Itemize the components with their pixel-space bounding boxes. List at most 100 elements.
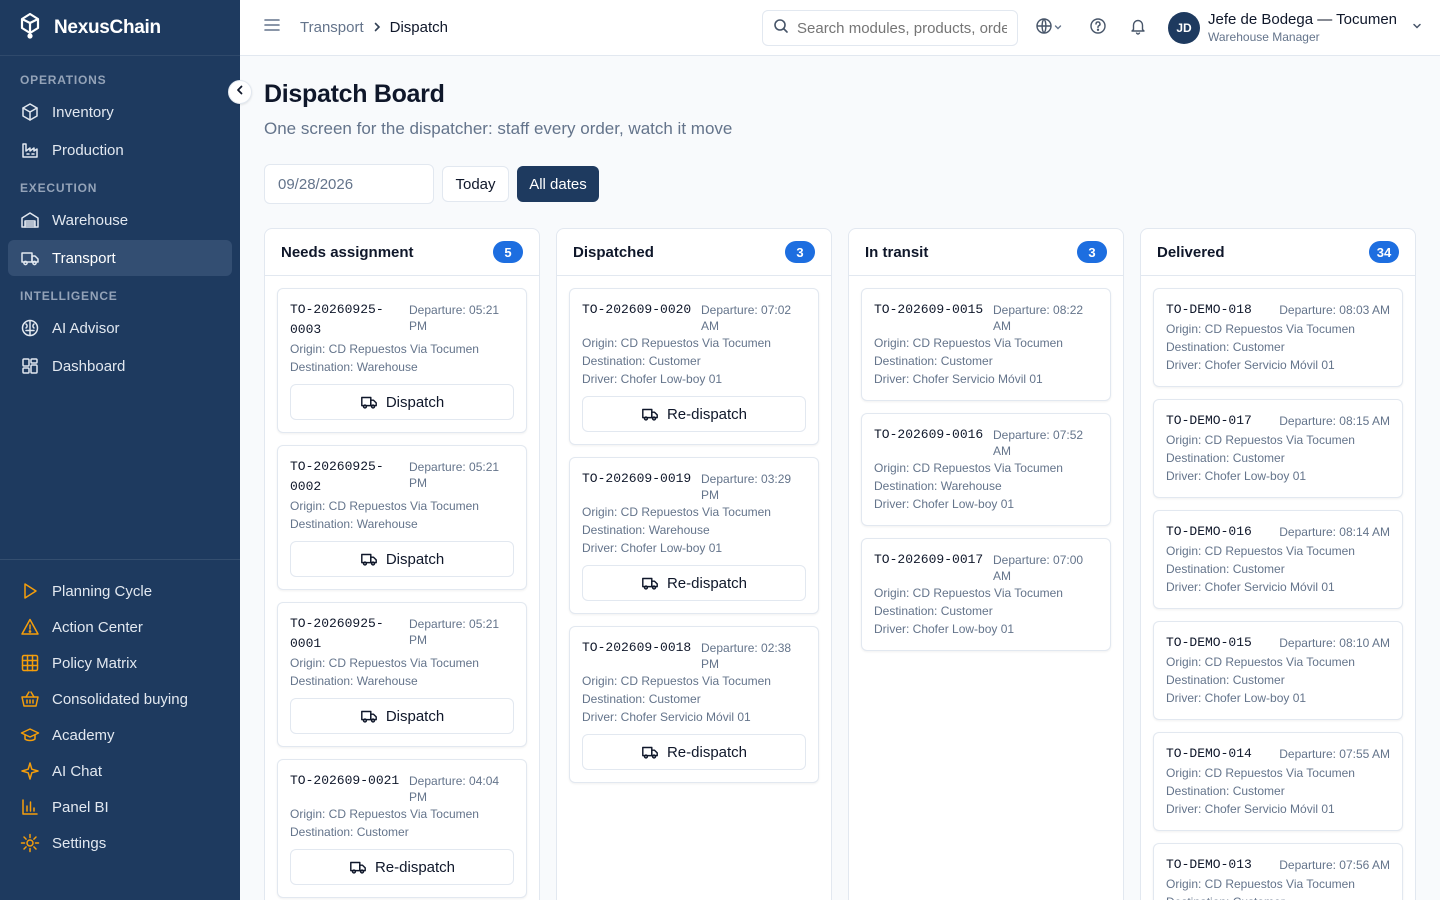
re-dispatch-button[interactable]: Re-dispatch [290,849,514,885]
sidebar-item-dashboard[interactable]: Dashboard [8,348,232,384]
transfer-order-card[interactable]: TO-202609-0021 Departure: 04:04 PM Origin:… [277,759,527,898]
count-badge: 34 [1369,241,1399,263]
column-header: In transit 3 [849,229,1123,276]
sidebar-item-policy-matrix[interactable]: Policy Matrix [8,647,232,679]
sidebar-item-inventory[interactable]: Inventory [8,94,232,130]
card-detail-line: Destination: Customer [582,354,701,368]
sidebar-item-ai-chat[interactable]: AI Chat [8,755,232,787]
card-detail-line: Origin: CD Repuestos Via Tocumen [1166,544,1355,558]
transfer-order-card[interactable]: TO-202609-0015 Departure: 08:22 AM Origin:… [861,288,1111,401]
re-dispatch-button[interactable]: Re-dispatch [582,734,806,770]
sidebar-item-production[interactable]: Production [8,132,232,168]
transfer-order-card[interactable]: TO-DEMO-016 Departure: 08:14 AM Origin: CD… [1153,510,1403,609]
card-detail-line: Destination: Customer [874,354,993,368]
order-id: TO-202609-0015 [874,302,984,317]
search-icon [773,18,789,39]
card-detail-line: Origin: CD Repuestos Via Tocumen [582,505,771,519]
brand-name: NexusChain [54,16,161,38]
nav-section-label: INTELLIGENCE [20,289,118,303]
dispatch-button[interactable]: Dispatch [290,384,514,420]
card-detail-line: Destination: Customer [1166,451,1285,465]
departure-time: Departure: 05:21 PM [409,303,500,333]
action-label: Re-dispatch [666,405,748,423]
re-dispatch-button[interactable]: Re-dispatch [582,396,806,432]
action-label: Re-dispatch [374,858,456,876]
search-box[interactable] [762,10,1018,46]
transfer-order-card[interactable]: TO-202609-0019 Departure: 03:29 PM Origin:… [569,457,819,614]
departure-time: Departure: 08:22 AM [993,303,1084,333]
transfer-order-card[interactable]: TO-20260925-0002 Departure: 05:21 PM Origi… [277,445,527,590]
transfer-order-card[interactable]: TO-202609-0018 Departure: 02:38 PM Origin:… [569,626,819,783]
order-id: TO-20260925-0002 [290,459,384,494]
truck-icon [360,550,378,568]
date-field[interactable] [264,164,434,204]
transfer-order-card[interactable]: TO-DEMO-018 Departure: 08:03 AM Origin: CD… [1153,288,1403,387]
sidebar-item-academy[interactable]: Academy [8,719,232,751]
truck-icon [360,707,378,725]
departure-time: Departure: 07:55 AM [1279,747,1390,761]
avatar: JD [1168,12,1200,44]
sidebar-item-warehouse[interactable]: Warehouse [8,202,232,238]
truck-icon [641,405,659,423]
transfer-order-card[interactable]: TO-202609-0017 Departure: 07:00 AM Origin:… [861,538,1111,651]
card-detail-line: Driver: Chofer Servicio Móvil 01 [874,372,1043,386]
help-button[interactable] [1088,17,1108,38]
chevron-down-icon [1053,19,1063,37]
transfer-order-card[interactable]: TO-202609-0020 Departure: 07:02 AM Origin:… [569,288,819,445]
card-detail-line: Origin: CD Repuestos Via Tocumen [874,336,1063,350]
transfer-order-card[interactable]: TO-202609-0016 Departure: 07:52 AM Origin:… [861,413,1111,526]
departure-time: Departure: 07:00 AM [993,553,1084,583]
departure-time: Departure: 07:56 AM [1279,858,1390,872]
card-detail-line: Destination: Customer [1166,893,1390,900]
sidebar-item-label: Consolidated buying [52,690,188,708]
sidebar-item-ai-advisor[interactable]: AI Advisor [8,310,232,346]
sidebar-item-settings[interactable]: Settings [8,827,232,859]
transfer-order-card[interactable]: TO-20260925-0003 Departure: 05:21 PM Origi… [277,288,527,433]
action-label: Re-dispatch [666,743,748,761]
menu-button[interactable] [262,18,282,38]
today-button[interactable]: Today [442,166,509,202]
column-title: Delivered [1157,243,1225,261]
transfer-order-card[interactable]: TO-DEMO-014 Departure: 07:55 AM Origin: CD… [1153,732,1403,831]
transfer-order-card[interactable]: TO-DEMO-013 Departure: 07:56 AM Origin: CD… [1153,843,1403,900]
card-detail-line: Driver: Chofer Servicio Móvil 01 [1166,358,1335,372]
transfer-order-card[interactable]: TO-DEMO-015 Departure: 08:10 AM Origin: CD… [1153,621,1403,720]
logo-icon [16,11,44,44]
sidebar-item-label: Planning Cycle [52,582,153,600]
column-title: Dispatched [573,243,654,261]
re-dispatch-button[interactable]: Re-dispatch [582,565,806,601]
all-dates-button[interactable]: All dates [517,166,599,202]
departure-time: Departure: 07:02 AM [701,303,792,333]
collapse-sidebar-button[interactable] [228,80,252,104]
order-id: TO-202609-0017 [874,552,984,567]
card-detail-line: Driver: Chofer Low-boy 01 [1166,469,1307,483]
column-body: TO-20260925-0003 Departure: 05:21 PM Origi… [265,276,539,898]
grid-icon [20,653,40,673]
sidebar-item-label: Production [52,141,124,159]
breadcrumb-parent[interactable]: Transport [300,19,364,36]
card-detail-line: Destination: Warehouse [290,360,418,374]
departure-time: Departure: 05:21 PM [409,617,500,647]
search-input[interactable] [797,19,1007,37]
sidebar-item-transport[interactable]: Transport [8,240,232,276]
sidebar-item-consolidated-buying[interactable]: Consolidated buying [8,683,232,715]
sidebar-item-planning-cycle[interactable]: Planning Cycle [8,575,232,607]
action-label: Dispatch [385,707,445,725]
dispatch-button[interactable]: Dispatch [290,698,514,734]
dispatch-button[interactable]: Dispatch [290,541,514,577]
menu-icon [263,16,281,39]
notifications-button[interactable] [1128,18,1148,38]
sidebar: NexusChain OPERATIONS Inventory Production… [0,0,240,900]
order-id: TO-DEMO-017 [1166,413,1252,428]
order-id: TO-DEMO-016 [1166,524,1252,539]
sidebar-item-panel-bi[interactable]: Panel BI [8,791,232,823]
brand[interactable]: NexusChain [0,0,240,56]
card-detail-line: Driver: Chofer Low-boy 01 [1166,691,1307,705]
transfer-order-card[interactable]: TO-20260925-0001 Departure: 05:21 PM Origi… [277,602,527,747]
language-selector[interactable] [1033,17,1065,38]
count-badge: 5 [493,241,523,263]
column-body: TO-202609-0020 Departure: 07:02 AM Origin:… [557,276,831,783]
transfer-order-card[interactable]: TO-DEMO-017 Departure: 08:15 AM Origin: CD… [1153,399,1403,498]
sidebar-item-action-center[interactable]: Action Center [8,611,232,643]
user-menu[interactable]: JD Jefe de Bodega — Tocumen Warehouse Ma… [1168,10,1423,46]
